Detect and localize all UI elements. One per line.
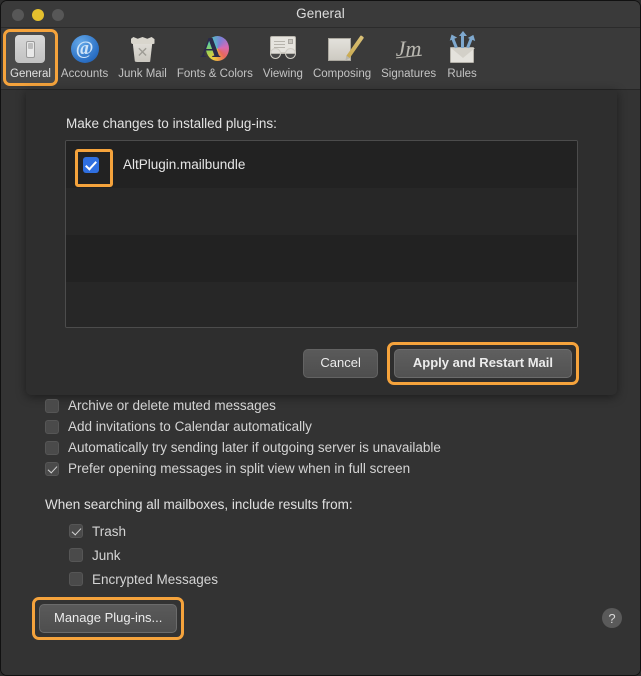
search-scope-options: Trash Junk Encrypted Messages xyxy=(1,519,641,591)
plugin-list[interactable]: AltPlugin.mailbundle xyxy=(65,140,578,328)
tab-composing-label: Composing xyxy=(313,67,371,81)
apply-and-restart-mail-button[interactable]: Apply and Restart Mail xyxy=(394,349,572,378)
tab-composing[interactable]: Composing xyxy=(308,31,376,84)
cancel-button-wrap: Cancel xyxy=(303,349,377,378)
accounts-icon: @ xyxy=(69,33,101,65)
manage-plugins-wrap: Manage Plug-ins... xyxy=(32,597,184,640)
tab-accounts[interactable]: @ Accounts xyxy=(56,31,113,84)
sheet-prompt: Make changes to installed plug-ins: xyxy=(66,116,277,131)
tab-rules-label: Rules xyxy=(447,67,476,81)
search-scope-heading: When searching all mailboxes, include re… xyxy=(1,497,641,512)
checkbox[interactable] xyxy=(45,420,59,434)
manage-plugins-button[interactable]: Manage Plug-ins... xyxy=(39,604,177,633)
tab-signatures[interactable]: Jm Signatures xyxy=(376,31,441,84)
search-option-encrypted[interactable]: Encrypted Messages xyxy=(1,567,641,591)
viewing-icon xyxy=(267,33,299,65)
sheet-button-bar: Cancel Apply and Restart Mail xyxy=(303,342,579,385)
search-option-junk[interactable]: Junk xyxy=(1,543,641,567)
tab-junk-mail-label: Junk Mail xyxy=(118,67,167,81)
preferences-content: Make changes to installed plug-ins: AltP… xyxy=(1,90,640,676)
general-preferences: Archive or delete muted messages Add inv… xyxy=(1,395,641,591)
pref-add-invitations[interactable]: Add invitations to Calendar automaticall… xyxy=(1,416,641,437)
rules-icon xyxy=(446,33,478,65)
tab-accounts-label: Accounts xyxy=(61,67,108,81)
table-row xyxy=(66,188,577,235)
general-icon xyxy=(14,33,46,65)
checkbox[interactable] xyxy=(69,524,83,538)
tab-junk-mail[interactable]: ✕ Junk Mail xyxy=(113,31,172,84)
pref-try-sending-later[interactable]: Automatically try sending later if outgo… xyxy=(1,437,641,458)
checkbox[interactable] xyxy=(45,462,59,476)
checkmark-icon xyxy=(83,157,99,173)
table-row xyxy=(66,235,577,282)
search-option-junk-label: Junk xyxy=(92,548,121,563)
signatures-icon: Jm xyxy=(393,33,425,65)
tab-general-label: General xyxy=(10,67,51,81)
preferences-window: General General @ Accounts ✕ Junk Mail A xyxy=(0,0,641,676)
tab-rules[interactable]: Rules xyxy=(441,31,483,84)
table-row[interactable]: AltPlugin.mailbundle xyxy=(66,141,577,188)
pref-split-view[interactable]: Prefer opening messages in split view wh… xyxy=(1,458,641,479)
pref-add-invitations-label: Add invitations to Calendar automaticall… xyxy=(68,419,312,434)
tab-viewing-label: Viewing xyxy=(263,67,303,81)
checkbox[interactable] xyxy=(69,548,83,562)
apply-button-wrap: Apply and Restart Mail xyxy=(387,342,579,385)
table-row xyxy=(66,282,577,328)
search-option-trash[interactable]: Trash xyxy=(1,519,641,543)
checkbox[interactable] xyxy=(69,572,83,586)
search-option-encrypted-label: Encrypted Messages xyxy=(92,572,218,587)
composing-icon xyxy=(326,33,358,65)
pref-archive-muted-label: Archive or delete muted messages xyxy=(68,398,276,413)
pref-try-sending-later-label: Automatically try sending later if outgo… xyxy=(68,440,441,455)
fonts-colors-icon: A xyxy=(199,33,231,65)
tab-fonts-colors[interactable]: A Fonts & Colors xyxy=(172,31,258,84)
window-title: General xyxy=(1,6,640,21)
checkbox[interactable] xyxy=(45,399,59,413)
cancel-button[interactable]: Cancel xyxy=(303,349,377,378)
help-icon[interactable]: ? xyxy=(602,608,622,628)
tab-viewing[interactable]: Viewing xyxy=(258,31,308,84)
preferences-toolbar: General @ Accounts ✕ Junk Mail A Fonts &… xyxy=(1,28,640,90)
tab-signatures-label: Signatures xyxy=(381,67,436,81)
plugin-name: AltPlugin.mailbundle xyxy=(123,157,245,172)
junk-mail-icon: ✕ xyxy=(127,33,159,65)
pref-archive-muted[interactable]: Archive or delete muted messages xyxy=(1,395,641,416)
tab-general[interactable]: General xyxy=(5,31,56,84)
plugins-sheet: Make changes to installed plug-ins: AltP… xyxy=(26,90,617,395)
title-bar: General xyxy=(1,1,640,28)
search-option-trash-label: Trash xyxy=(92,524,126,539)
plugin-checkbox[interactable] xyxy=(82,156,100,174)
tab-fonts-colors-label: Fonts & Colors xyxy=(177,67,253,81)
pref-split-view-label: Prefer opening messages in split view wh… xyxy=(68,461,410,476)
checkbox[interactable] xyxy=(45,441,59,455)
